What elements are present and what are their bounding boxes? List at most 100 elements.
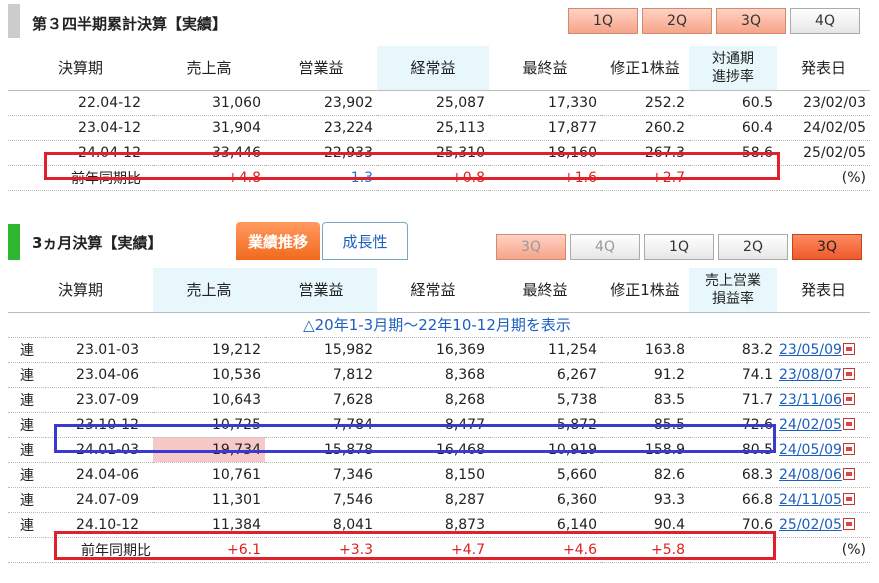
cell-sales: 33,446 <box>153 140 265 166</box>
cell-net: 6,360 <box>489 487 601 513</box>
cell-sales: 31,060 <box>153 90 265 116</box>
col-margin: 売上営業 損益率 <box>689 268 777 313</box>
cell-period: 23.01-03 <box>46 337 153 363</box>
cell-period: 22.04-12 <box>8 90 153 116</box>
tab-1q[interactable]: 1Q <box>644 234 714 260</box>
table-row: 24.04-12 33,446 22,933 25,310 18,160 267.3 58.… <box>8 140 870 166</box>
pdf-icon[interactable] <box>842 442 855 455</box>
yoy-op: +3.3 <box>265 537 377 563</box>
announce-date-link[interactable]: 23/05/09 <box>779 342 842 358</box>
cell-ordinary: 8,268 <box>377 387 489 413</box>
cell-date: 24/11/05 <box>777 487 870 513</box>
cell-op: 7,784 <box>265 412 377 438</box>
cell-op: 15,982 <box>265 337 377 363</box>
cell-period: 23.04-12 <box>8 115 153 141</box>
cell-date: 24/02/05 <box>777 115 870 141</box>
tab-4q[interactable]: 4Q <box>570 234 640 260</box>
yoy-ratio <box>689 165 777 191</box>
cell-ordinary: 16,468 <box>377 437 489 463</box>
tab-3q[interactable]: 3Q <box>792 234 862 260</box>
cell-net: 18,160 <box>489 140 601 166</box>
cell-ordinary: 25,310 <box>377 140 489 166</box>
cell-sales: 19,734 <box>153 437 265 463</box>
cell-ordinary: 8,287 <box>377 487 489 513</box>
announce-date-link[interactable]: 24/11/05 <box>779 492 842 508</box>
quarterly-tabs: 3Q 4Q 1Q 2Q 3Q <box>496 234 862 260</box>
cell-eps: 163.8 <box>601 337 689 363</box>
announce-date-link[interactable]: 24/02/05 <box>779 417 842 433</box>
pdf-icon[interactable] <box>842 467 855 480</box>
cell-date: 24/08/06 <box>777 462 870 488</box>
cell-net: 5,660 <box>489 462 601 488</box>
cell-net: 5,872 <box>489 412 601 438</box>
cell-op: 23,224 <box>265 115 377 141</box>
cell-sales: 19,212 <box>153 337 265 363</box>
tab-4q[interactable]: 4Q <box>790 8 860 34</box>
yoy-ordinary: +0.8 <box>377 165 489 191</box>
cell-sales: 10,643 <box>153 387 265 413</box>
pdf-icon[interactable] <box>842 417 855 430</box>
tab-3q-prev[interactable]: 3Q <box>496 234 566 260</box>
cumulative-section: 第３四半期累計決算【実績】 1Q 2Q 3Q 4Q 決算期 売上高 営業益 経常… <box>8 0 870 205</box>
tab-2q[interactable]: 2Q <box>718 234 788 260</box>
yoy-date: (%) <box>777 537 870 563</box>
cell-ratio: 80.5 <box>689 437 777 463</box>
col-eps: 修正1株益 <box>601 46 689 91</box>
yoy-eps: +2.7 <box>601 165 689 191</box>
cell-consolidated: 連 <box>8 487 46 513</box>
cell-op: 7,546 <box>265 487 377 513</box>
cell-ratio: 83.2 <box>689 337 777 363</box>
cell-eps: 82.6 <box>601 462 689 488</box>
pdf-icon[interactable] <box>842 392 855 405</box>
quarterly-section: 3ヵ月決算【実績】 業績推移 成長性 3Q 4Q 1Q 2Q 3Q 決算期 売上… <box>8 222 870 583</box>
col-date: 発表日 <box>777 46 870 91</box>
cell-op: 7,628 <box>265 387 377 413</box>
cell-op: 7,812 <box>265 362 377 388</box>
yoy-row: 前年同期比 +6.1 +3.3 +4.7 +4.6 +5.8 (%) <box>8 537 870 563</box>
announce-date-link[interactable]: 23/08/07 <box>779 367 842 383</box>
subtab-growth[interactable]: 成長性 <box>322 222 408 260</box>
yoy-ratio <box>689 537 777 563</box>
announce-date-link[interactable]: 25/02/05 <box>779 517 842 533</box>
yoy-eps: +5.8 <box>601 537 689 563</box>
col-ordinary: 経常益 <box>377 46 489 91</box>
subtab-performance[interactable]: 業績推移 <box>236 222 320 260</box>
cell-sales: 11,301 <box>153 487 265 513</box>
tab-1q[interactable]: 1Q <box>568 8 638 34</box>
cell-date: 23/05/09 <box>777 337 870 363</box>
table-row: 連 24.10-12 11,384 8,041 8,873 6,140 90.4 70.6 25… <box>8 512 870 538</box>
table-row: 連 24.01-03 19,734 15,878 16,468 10,919 158.9 80… <box>8 437 870 463</box>
yoy-net: +1.6 <box>489 165 601 191</box>
pdf-icon[interactable] <box>842 367 855 380</box>
cell-net: 6,267 <box>489 362 601 388</box>
table-row: 連 23.01-03 19,212 15,982 16,369 11,254 163.8 83… <box>8 337 870 363</box>
cell-date: 25/02/05 <box>777 512 870 538</box>
table-header: 決算期 売上高 営業益 経常益 最終益 修正1株益 売上営業 損益率 発表日 <box>8 268 870 313</box>
cell-net: 10,919 <box>489 437 601 463</box>
cell-op: 8,041 <box>265 512 377 538</box>
pdf-icon[interactable] <box>842 342 855 355</box>
col-net: 最終益 <box>489 268 601 313</box>
announce-date-link[interactable]: 23/11/06 <box>779 392 842 408</box>
col-sales: 売上高 <box>153 268 265 313</box>
cell-net: 17,330 <box>489 90 601 116</box>
tab-2q[interactable]: 2Q <box>642 8 712 34</box>
announce-date-link[interactable]: 24/05/09 <box>779 442 842 458</box>
tab-3q[interactable]: 3Q <box>716 8 786 34</box>
cell-eps: 267.3 <box>601 140 689 166</box>
cell-period: 24.07-09 <box>46 487 153 513</box>
show-older-link[interactable]: △20年1-3月期〜22年10-12月期を表示 <box>8 312 870 338</box>
table-row: 連 23.10-12 10,725 7,784 8,477 5,872 85.5 72.6 24… <box>8 412 870 438</box>
cell-consolidated: 連 <box>8 362 46 388</box>
cell-eps: 158.9 <box>601 437 689 463</box>
table-row: 連 24.04-06 10,761 7,346 8,150 5,660 82.6 68.3 24… <box>8 462 870 488</box>
pdf-icon[interactable] <box>842 492 855 505</box>
cell-op: 23,902 <box>265 90 377 116</box>
yoy-row: 前年同期比 +4.8 −1.3 +0.8 +1.6 +2.7 (%) <box>8 165 870 191</box>
yoy-ordinary: +4.7 <box>377 537 489 563</box>
cell-ordinary: 25,087 <box>377 90 489 116</box>
announce-date-link[interactable]: 24/08/06 <box>779 467 842 483</box>
section-bar <box>8 4 20 38</box>
pdf-icon[interactable] <box>842 517 855 530</box>
col-period: 決算期 <box>8 268 153 313</box>
